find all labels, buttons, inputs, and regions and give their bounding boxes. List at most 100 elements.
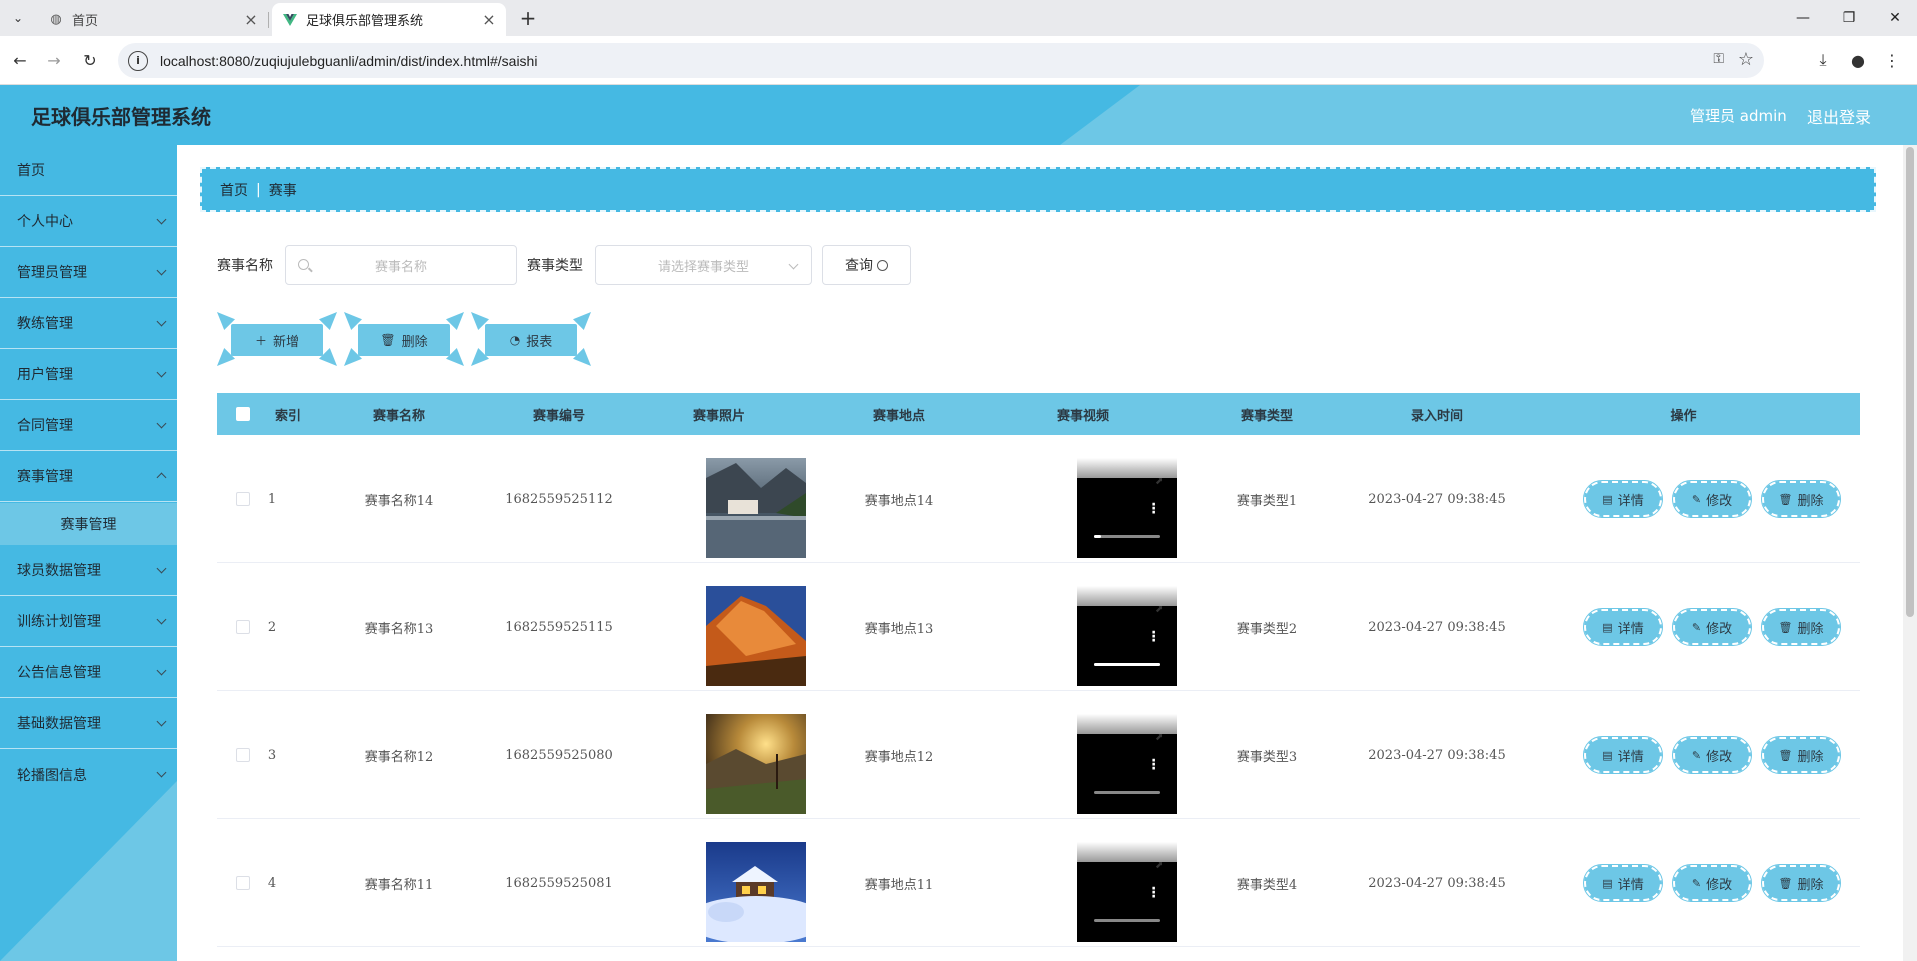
document-icon: ▤ [1602,492,1613,506]
row-checkbox[interactable] [236,876,250,890]
sidebar-item-base-data[interactable]: 基础数据管理 [0,698,177,749]
match-photo-lake-village[interactable] [706,458,806,558]
search-name-input[interactable]: 赛事名称 [285,245,517,285]
edit-button[interactable]: ✎ 修改 [1672,608,1752,646]
sidebar-item-admin[interactable]: 管理员管理 [0,247,177,298]
video-menu-icon[interactable]: · · · [1151,626,1156,648]
edit-button[interactable]: ✎ 修改 [1672,480,1752,518]
pencil-icon: ✎ [1691,876,1702,890]
chevron-down-icon [156,367,167,378]
cell-time: 2023-04-27 09:38:45 [1368,491,1506,507]
sidebar-item-notice[interactable]: 公告信息管理 [0,647,177,698]
forward-icon[interactable]: → [42,48,66,72]
pip-icon[interactable]: ⬈ [1155,860,1165,871]
row-delete-button[interactable]: 🗑 删除 [1761,480,1841,518]
detail-button[interactable]: ▤ 详情 [1583,608,1663,646]
video-menu-icon[interactable]: · · · [1151,754,1156,776]
more-menu-icon[interactable]: ⋮ [1880,48,1904,72]
row-checkbox[interactable] [236,620,250,634]
detail-button[interactable]: ▤ 详情 [1583,736,1663,774]
sidebar-item-coach[interactable]: 教练管理 [0,298,177,349]
chevron-down-icon [156,214,167,225]
match-photo-sunset-valley[interactable] [706,714,806,814]
breadcrumb-home[interactable]: 首页 [220,180,248,200]
video-progress[interactable] [1094,535,1160,538]
row-checkbox[interactable] [236,492,250,506]
report-button[interactable]: ◔ 报表 [471,312,591,366]
edit-button[interactable]: ✎ 修改 [1672,736,1752,774]
match-video-player[interactable]: ⬈ · · · [1077,842,1177,942]
select-all-checkbox[interactable] [236,407,250,421]
logout-button[interactable]: 退出登录 [1807,104,1871,128]
detail-button[interactable]: ▤ 详情 [1583,480,1663,518]
pencil-icon: ✎ [1691,620,1702,634]
detail-button[interactable]: ▤ 详情 [1583,864,1663,902]
browser-tab-home[interactable]: ◍ 首页 × [38,3,268,36]
breadcrumb-separator: | [256,181,261,198]
sidebar-item-match[interactable]: 赛事管理 [0,451,177,502]
vue-logo-icon [282,12,298,28]
sidebar-item-training[interactable]: 训练计划管理 [0,596,177,647]
sidebar-item-carousel[interactable]: 轮播图信息 [0,749,177,800]
new-tab-icon[interactable]: + [516,6,540,30]
row-delete-button[interactable]: 🗑 删除 [1761,736,1841,774]
row-checkbox[interactable] [236,748,250,762]
sidebar-item-home[interactable]: 首页 [0,145,177,196]
cell-code: 1682559525080 [505,747,613,763]
close-window-icon[interactable]: ✕ [1880,4,1910,32]
sidebar-subitem-match[interactable]: 赛事管理 [0,503,177,545]
video-progress[interactable] [1094,663,1160,666]
delete-button[interactable]: 🗑 删除 [344,312,464,366]
address-bar[interactable]: i localhost:8080/zuqiujulebguanli/admin/… [118,43,1764,78]
add-button[interactable]: ＋新增 [217,312,337,366]
star-icon[interactable]: ☆ [1738,49,1754,70]
match-photo-snow-cabin[interactable] [706,842,806,942]
sidebar-item-personal[interactable]: 个人中心 [0,196,177,247]
match-type-select[interactable]: 请选择赛事类型 [595,245,812,285]
video-progress[interactable] [1094,919,1160,922]
video-progress[interactable] [1094,791,1160,794]
reload-icon[interactable]: ↻ [78,48,102,72]
sidebar-item-player-data[interactable]: 球员数据管理 [0,545,177,596]
table-row: 4 赛事名称11 1682559525081 赛事地点11 ⬈ · · · 赛事类型… [217,819,1860,947]
browser-tab-active[interactable]: 足球俱乐部管理系统 × [272,3,506,36]
cell-time: 2023-04-27 09:38:45 [1368,875,1506,891]
query-button[interactable]: 查询 [822,245,911,285]
video-menu-icon[interactable]: · · · [1151,498,1156,520]
key-icon[interactable]: ⚿ [1713,51,1724,67]
sidebar-item-user[interactable]: 用户管理 [0,349,177,400]
close-icon[interactable]: × [242,10,260,29]
scrollbar-thumb[interactable] [1906,147,1914,617]
info-icon[interactable]: i [128,50,148,71]
match-video-player[interactable]: ⬈ · · · [1077,714,1177,814]
trash-icon: 🗑 [1778,492,1793,506]
pip-icon[interactable]: ⬈ [1155,476,1165,487]
minimize-icon[interactable]: — [1788,4,1818,32]
cell-code: 1682559525081 [505,875,613,891]
cell-code: 1682559525115 [505,619,613,635]
match-video-player[interactable]: ⬈ · · · [1077,586,1177,686]
header-time: 录入时间 [1410,408,1463,424]
close-icon[interactable]: × [480,10,498,29]
sidebar-item-contract[interactable]: 合同管理 [0,400,177,451]
chevron-down-icon [156,316,167,327]
edit-button[interactable]: ✎ 修改 [1672,864,1752,902]
page-scrollbar[interactable] [1903,145,1917,961]
download-icon[interactable]: ⤓ [1811,48,1835,72]
match-video-player[interactable]: ⬈ · · · [1077,458,1177,558]
match-photo-orange-mountain[interactable] [706,586,806,686]
header-index: 索引 [274,408,301,424]
header-video: 赛事视频 [1056,408,1109,424]
header-decoration [1060,85,1917,145]
browser-toolbar: ← → ↻ i localhost:8080/zuqiujulebguanli/… [0,36,1917,85]
profile-icon[interactable]: ● [1846,48,1870,72]
restore-icon[interactable]: ❐ [1834,4,1864,32]
pip-icon[interactable]: ⬈ [1155,604,1165,615]
back-icon[interactable]: ← [8,48,32,72]
video-menu-icon[interactable]: · · · [1151,882,1156,904]
tab-search-icon[interactable]: ⌄ [6,6,30,30]
row-delete-button[interactable]: 🗑 删除 [1761,608,1841,646]
cell-index: 3 [267,747,277,763]
row-delete-button[interactable]: 🗑 删除 [1761,864,1841,902]
pip-icon[interactable]: ⬈ [1155,732,1165,743]
